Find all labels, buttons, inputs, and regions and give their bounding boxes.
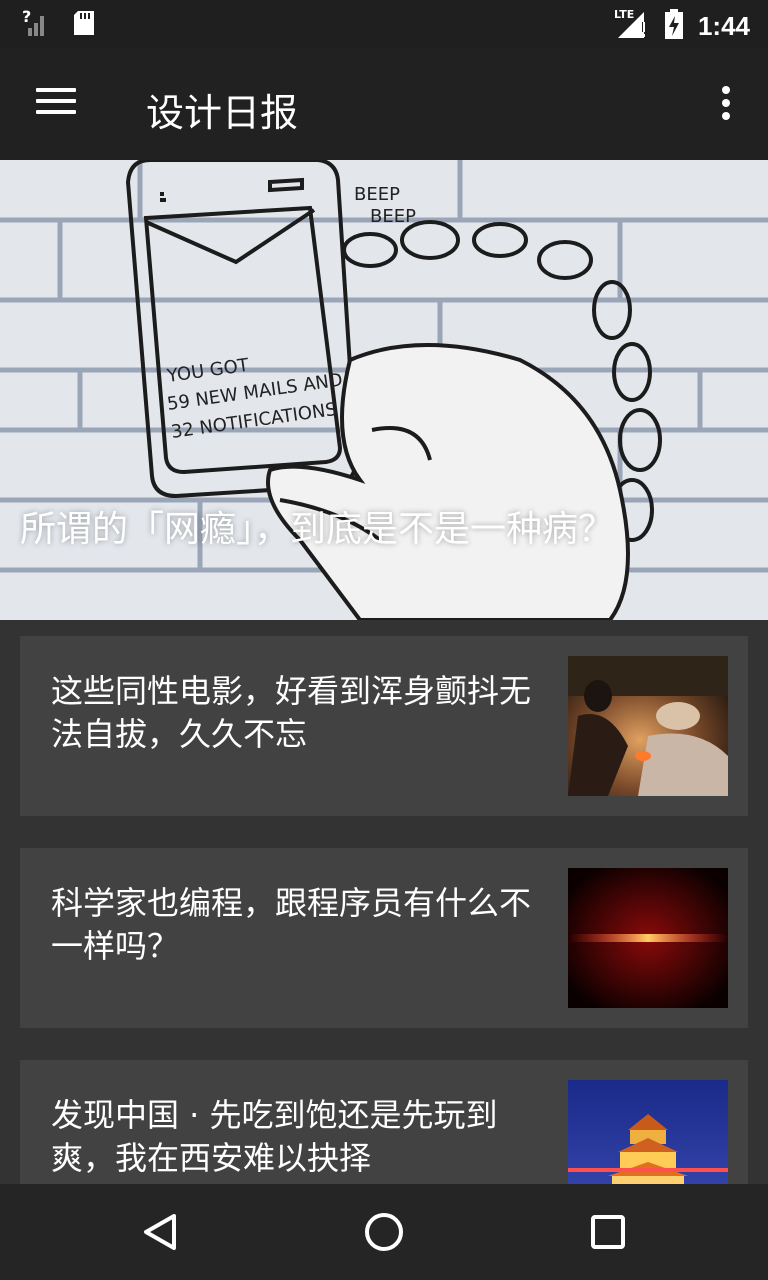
story-title: 科学家也编程，跟程序员有什么不一样吗？ [51, 884, 532, 965]
home-icon[interactable] [360, 1208, 408, 1256]
status-bar: ? LTE 1:44 [0, 0, 768, 48]
signal-unknown-icon: ? [22, 7, 50, 42]
sd-card-icon [72, 9, 96, 41]
system-nav-bar [0, 1184, 768, 1280]
svg-text:BEEP: BEEP [370, 206, 416, 227]
list-item[interactable]: 科学家也编程，跟程序员有什么不一样吗？ [20, 848, 748, 1028]
lte-signal-icon: LTE [614, 8, 650, 44]
story-thumbnail [568, 868, 728, 1008]
page-title: 设计日报 [146, 91, 299, 135]
battery-icon [664, 8, 684, 44]
story-title: 这些同性电影，好看到浑身颤抖无法自拔，久久不忘 [51, 672, 532, 753]
back-icon[interactable] [136, 1208, 184, 1256]
recents-icon[interactable] [584, 1208, 632, 1256]
svg-text:?: ? [22, 8, 31, 26]
story-title: 发现中国 · 先吃到饱还是先玩到爽，我在西安难以抉择 [51, 1096, 498, 1177]
svg-text:BEEP: BEEP [354, 184, 400, 205]
svg-text:LTE: LTE [614, 8, 634, 21]
story-thumbnail [568, 656, 728, 796]
banner-title[interactable]: 所谓的「网瘾」，到底是不是一种病？ [20, 500, 614, 552]
menu-icon[interactable] [36, 88, 76, 120]
list-item[interactable]: 这些同性电影，好看到浑身颤抖无法自拔，久久不忘 [20, 636, 748, 816]
status-time: 1:44 [697, 10, 750, 41]
more-options-icon[interactable] [720, 86, 732, 126]
app-toolbar [0, 48, 768, 160]
